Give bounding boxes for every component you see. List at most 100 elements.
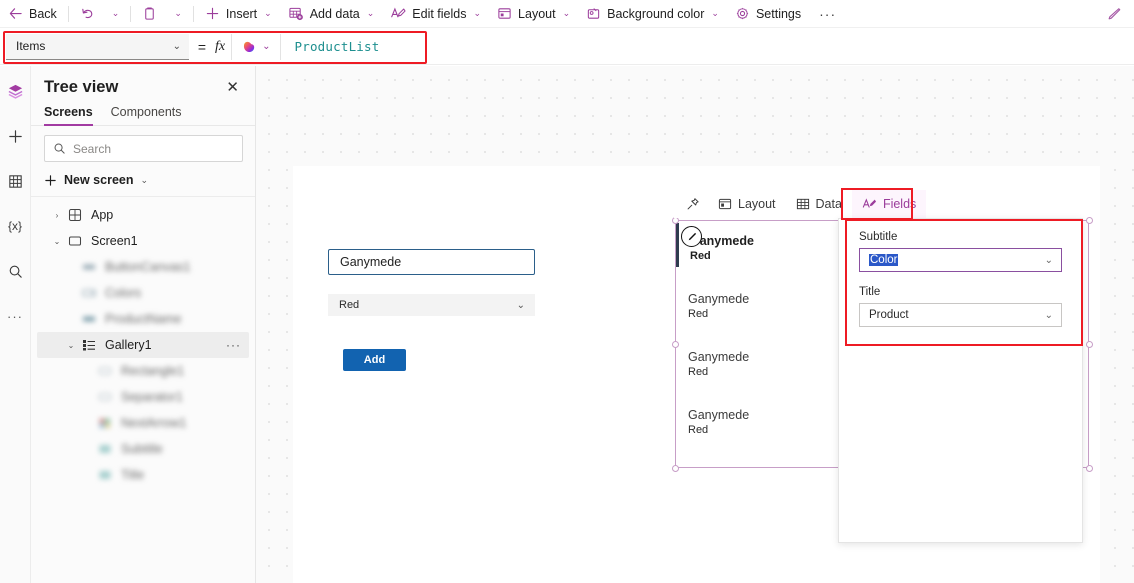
tab-screens[interactable]: Screens [44,105,93,126]
copilot-icon [244,41,255,52]
divider [192,5,194,22]
tree-item-screen1[interactable]: ⌄ Screen1 [37,228,249,254]
rail-insert-icon[interactable] [2,123,28,149]
gallery-item[interactable]: Ganymede Red [676,221,839,279]
gallery-item[interactable]: Ganymede Red [676,337,839,395]
tree-item-productname[interactable]: ProductName [37,306,249,332]
tree-view-panel: Tree view ✕ Screens Components Search Ne… [31,66,256,583]
property-selector[interactable]: Items ⌄ [6,33,189,60]
new-screen-button[interactable]: New screen ⌄ [31,168,255,197]
close-icon[interactable]: ✕ [222,78,243,97]
edit-fields-label: Edit fields [412,6,467,21]
insert-button[interactable]: Insert ⌄ [198,2,279,26]
tree-item-rectangle1[interactable]: Rectangle1 [37,358,249,384]
gear-icon [736,7,749,20]
gallery-edit-pencil-badge[interactable] [681,226,702,247]
resize-handle-bottom-left[interactable] [672,465,679,472]
overflow-menu-button[interactable]: ··· [809,6,846,22]
tree-item-label: NextArrow1 [121,416,187,430]
gallery-item[interactable]: Ganymede Red [676,395,839,453]
undo-button[interactable] [73,2,102,26]
tree-item-label: ProductName [105,312,182,326]
twisty-expanded[interactable]: ⌄ [63,341,79,350]
rail-more-icon[interactable]: ··· [2,303,28,329]
gallery-tab-fields-label: Fields [882,197,917,211]
background-color-button[interactable]: Background color ⌄ [579,2,726,26]
dropdown-icon [79,286,99,300]
tab-components[interactable]: Components [111,105,182,125]
chevron-down-icon: ⌄ [1044,254,1053,266]
title-field-dropdown[interactable]: Product ⌄ [859,303,1062,327]
chevron-down-icon: ⌄ [711,8,719,18]
twisty-expanded[interactable]: ⌄ [49,237,65,246]
resize-handle-middle-right[interactable] [1086,341,1093,348]
gallery-tab-data[interactable]: Data [785,190,852,218]
tree-item-label: Colors [105,286,142,300]
pencil-icon [1108,8,1121,20]
tree-item-colors[interactable]: Colors [37,280,249,306]
gallery-tab-layout[interactable]: Layout [708,190,786,218]
layout-label: Layout [518,6,556,21]
resize-handle-bottom-right[interactable] [1086,465,1093,472]
rail-tree-view-icon[interactable] [2,78,28,104]
pin-icon [687,198,699,210]
resize-handle-top-left[interactable] [672,217,679,224]
formula-input[interactable]: ProductList [281,29,1134,64]
app-icon [65,208,85,222]
tree-item-nextarrow1[interactable]: NextArrow1 [37,410,249,436]
resize-handle-top-right[interactable] [1086,217,1093,224]
subtitle-field-dropdown[interactable]: Color ⌄ [859,248,1062,272]
chevron-down-icon: ⌄ [473,8,482,18]
chevron-down-icon: ⌄ [562,8,571,18]
gallery1[interactable]: Ganymede Red Ganymede Red Ganymede Red G… [676,221,839,467]
tree-item-label: Separator1 [121,390,183,404]
gallery-item-title: Ganymede [688,350,750,364]
gallery-tab-layout-label: Layout [738,197,776,211]
tree-item-title[interactable]: Title [37,462,249,488]
resize-handle-middle-left[interactable] [672,341,679,348]
pin-button[interactable] [674,190,708,218]
tree-item-label: Gallery1 [105,338,152,352]
twisty-collapsed[interactable]: › [49,211,65,220]
layout-button[interactable]: Layout ⌄ [490,2,577,26]
rail-variables-icon[interactable]: {x} [2,213,28,239]
divider [67,5,69,22]
add-data-button[interactable]: Add data ⌄ [281,2,382,26]
layout-icon [498,8,511,19]
tree-item-overflow-button[interactable]: ··· [226,338,241,352]
rail-search-icon[interactable] [2,258,28,284]
chevron-down-icon: ⌄ [262,41,271,52]
product-name-text-input[interactable]: Ganymede [328,249,535,275]
rail-data-icon[interactable] [2,168,28,194]
screen-icon [65,234,85,248]
equals-sign: = [197,38,207,55]
add-button[interactable]: Add [343,349,406,371]
back-button[interactable]: Back [1,2,64,26]
tree-item-buttoncanvas1[interactable]: ButtonCanvas1 [37,254,249,280]
button-icon [79,260,99,274]
tree-item-gallery1[interactable]: ⌄ Gallery1 ··· [37,332,249,358]
search-input[interactable]: Search [44,135,243,162]
gallery-mini-toolbar: Layout Data Fields [674,190,927,218]
gallery-item-subtitle: Red [688,366,709,378]
gallery-tab-fields[interactable]: Fields [851,190,927,218]
gallery-item[interactable]: Ganymede Red [676,279,839,337]
tree-item-separator1[interactable]: Separator1 [37,384,249,410]
undo-dropdown[interactable]: ⌄ [104,2,127,26]
label-icon [95,468,115,482]
data-grid-icon [796,198,809,210]
colors-dropdown[interactable]: Red ⌄ [328,294,535,316]
plus-icon [206,7,219,20]
chevron-down-icon: ⌄ [174,8,182,18]
edit-mode-pencil-button[interactable] [1105,6,1122,28]
copy-dropdown[interactable]: ⌄ [166,2,189,26]
arrow-icon [95,416,115,430]
tree-item-subtitle[interactable]: Subtitle [37,436,249,462]
settings-button[interactable]: Settings [728,2,808,26]
edit-fields-button[interactable]: Edit fields ⌄ [383,2,488,26]
chevron-down-icon: ⌄ [172,40,181,52]
copilot-button[interactable]: ⌄ [232,39,279,55]
separator-icon [95,390,115,404]
copy-button[interactable] [135,2,164,26]
tree-item-app[interactable]: › App [37,202,249,228]
